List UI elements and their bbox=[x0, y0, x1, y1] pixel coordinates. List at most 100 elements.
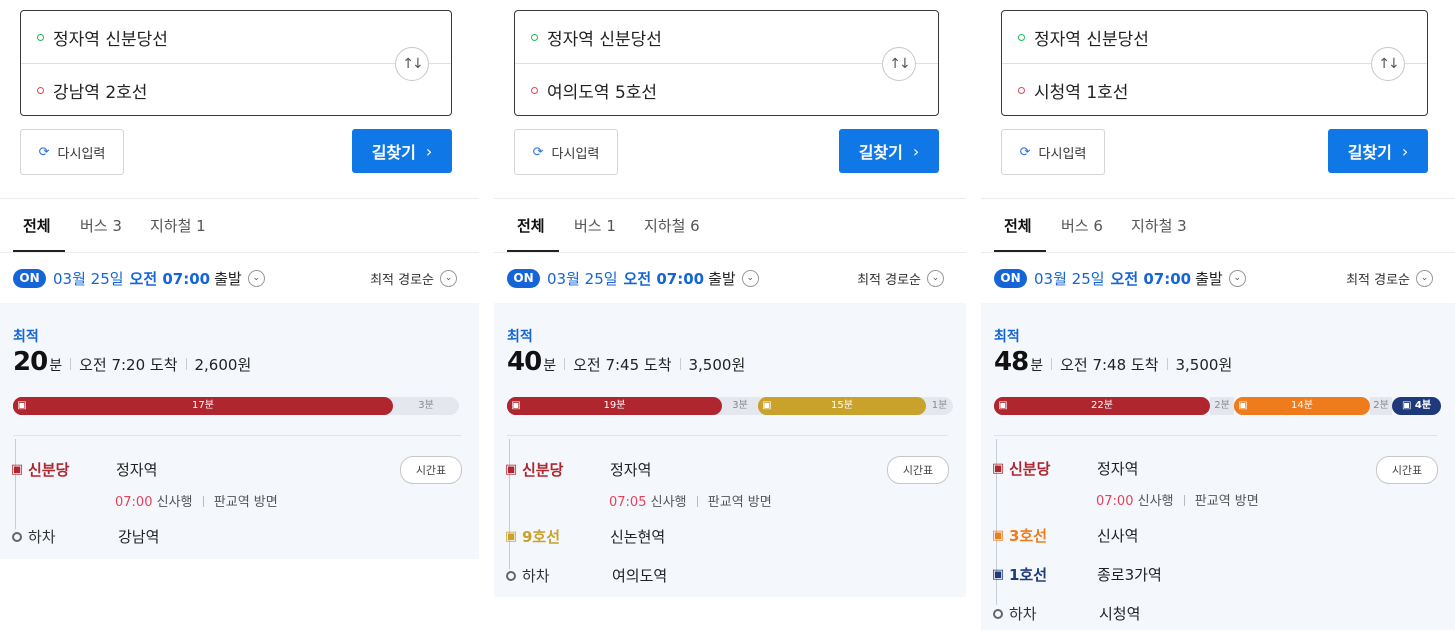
find-route-button[interactable]: 길찾기 › bbox=[1328, 129, 1428, 173]
sort-dropdown[interactable]: 최적 경로순 ⌄ bbox=[370, 253, 457, 303]
direction-1: 신사행 bbox=[650, 495, 687, 510]
segment-label: 14분 bbox=[1291, 400, 1313, 411]
segment-line3: ▣ 14분 bbox=[1234, 397, 1370, 415]
chevron-down-icon[interactable]: ⌄ bbox=[247, 269, 265, 287]
divider bbox=[494, 198, 966, 199]
reset-button[interactable]: ⟳ 다시입력 bbox=[20, 129, 124, 175]
direction-2: 판교역 방면 bbox=[213, 495, 278, 510]
departure-time[interactable]: 오전 07:00 bbox=[130, 268, 211, 289]
minutes-unit: 분 bbox=[49, 358, 63, 374]
train-icon: ▣ bbox=[994, 397, 1012, 415]
divider bbox=[13, 435, 461, 436]
direction-2: 판교역 방면 bbox=[707, 495, 772, 510]
departure-time-row: ON 03월 25일 오전 07:00 출발 ⌄ 최적 경로순 ⌄ bbox=[0, 252, 479, 304]
tab-subway[interactable]: 지하철 1 bbox=[150, 200, 206, 250]
route-result-card[interactable]: 최적 48 분 오전 7:48 도착 3,500원 ▣ 22분 2분 ▣ 14분 bbox=[981, 303, 1455, 630]
transport-tabs: 전체 버스 1 지하철 6 bbox=[494, 200, 966, 252]
departure-date[interactable]: 03월 25일 bbox=[547, 268, 618, 289]
train-icon: ▣ bbox=[991, 567, 1005, 582]
refresh-icon: ⟳ bbox=[38, 144, 50, 160]
tab-subway[interactable]: 지하철 6 bbox=[644, 200, 700, 250]
departure-time[interactable]: 오전 07:00 bbox=[624, 268, 705, 289]
sort-dropdown[interactable]: 최적 경로순 ⌄ bbox=[857, 253, 944, 303]
origin-field[interactable]: 정자역 신분당선 bbox=[21, 11, 451, 63]
chevron-down-icon[interactable]: ⌄ bbox=[741, 269, 759, 287]
swap-icon[interactable]: ↑↓ bbox=[882, 47, 916, 81]
train-icon: ▣ bbox=[13, 397, 31, 415]
reset-button[interactable]: ⟳ 다시입력 bbox=[1001, 129, 1105, 175]
tab-bus[interactable]: 버스 3 bbox=[80, 200, 122, 250]
chevron-down-icon: ⌄ bbox=[1416, 269, 1433, 287]
walk-gap-label: 2분 bbox=[1370, 397, 1392, 415]
train-icon: ▣ bbox=[10, 462, 24, 477]
separator bbox=[70, 358, 72, 370]
destination-field[interactable]: 여의도역 5호선 bbox=[515, 63, 938, 116]
arrival-time: 오전 7:45 도착 bbox=[573, 356, 672, 374]
on-badge[interactable]: ON bbox=[507, 268, 540, 288]
origin-field[interactable]: 정자역 신분당선 bbox=[1002, 11, 1427, 63]
tab-all[interactable]: 전체 bbox=[1004, 200, 1032, 250]
origin-text: 정자역 신분당선 bbox=[1034, 29, 1149, 50]
on-badge[interactable]: ON bbox=[13, 268, 46, 288]
best-label: 최적 bbox=[994, 329, 1020, 345]
departure-date[interactable]: 03월 25일 bbox=[53, 268, 124, 289]
route-summary: 48 분 오전 7:48 도착 3,500원 bbox=[994, 347, 1232, 377]
timetable-button[interactable]: 시간표 bbox=[400, 456, 462, 484]
find-route-button[interactable]: 길찾기 › bbox=[839, 129, 939, 173]
chevron-down-icon: ⌄ bbox=[927, 269, 944, 287]
departure-date[interactable]: 03월 25일 bbox=[1034, 268, 1105, 289]
route-result-card[interactable]: 최적 40 분 오전 7:45 도착 3,500원 ▣ 19분 3분 ▣ 15분 bbox=[494, 303, 966, 597]
find-route-button[interactable]: 길찾기 › bbox=[352, 129, 452, 173]
swap-icon[interactable]: ↑↓ bbox=[1371, 47, 1405, 81]
find-label: 길찾기 bbox=[858, 143, 903, 162]
total-minutes: 40 bbox=[507, 347, 542, 377]
best-label: 최적 bbox=[13, 329, 39, 345]
getoff-circle-icon bbox=[12, 531, 22, 542]
tab-bus[interactable]: 버스 1 bbox=[574, 200, 616, 250]
station-name: 강남역 bbox=[118, 528, 160, 546]
sort-dropdown[interactable]: 최적 경로순 ⌄ bbox=[1346, 253, 1433, 303]
segment-label: 4분 bbox=[1414, 400, 1432, 411]
tab-subway[interactable]: 지하철 3 bbox=[1131, 200, 1187, 250]
origin-dot-icon bbox=[531, 33, 538, 41]
train-icon: ▣ bbox=[758, 397, 776, 415]
station-name: 시청역 bbox=[1099, 605, 1141, 623]
chevron-down-icon[interactable]: ⌄ bbox=[1228, 269, 1246, 287]
destination-text: 여의도역 5호선 bbox=[547, 82, 658, 103]
origin-text: 정자역 신분당선 bbox=[547, 29, 662, 50]
separator bbox=[1051, 358, 1053, 370]
departure-clock: 07:00 bbox=[115, 495, 153, 510]
chevron-right-icon: › bbox=[912, 141, 920, 161]
chevron-right-icon: › bbox=[425, 141, 433, 161]
direction-1: 신사행 bbox=[1137, 494, 1174, 509]
timetable-button[interactable]: 시간표 bbox=[887, 456, 949, 484]
swap-icon[interactable]: ↑↓ bbox=[395, 47, 429, 81]
separator bbox=[185, 358, 187, 370]
departure-clock: 07:05 bbox=[609, 495, 647, 510]
segment-sinbundang: ▣ 22분 bbox=[994, 397, 1210, 415]
origin-dot-icon bbox=[37, 33, 44, 41]
walk-gap-label: 1분 bbox=[931, 400, 948, 411]
walk-gap-label: 2분 bbox=[1210, 397, 1234, 415]
route-result-card[interactable]: 최적 20 분 오전 7:20 도착 2,600원 ▣ 17분 3분 시간표 ▣ bbox=[0, 303, 479, 559]
tab-all[interactable]: 전체 bbox=[517, 200, 545, 250]
origin-field[interactable]: 정자역 신분당선 bbox=[515, 11, 938, 63]
route-search-box: 정자역 신분당선 시청역 1호선 ↑↓ bbox=[1001, 10, 1428, 116]
departure-time[interactable]: 오전 07:00 bbox=[1111, 268, 1192, 289]
separator bbox=[202, 496, 204, 507]
getoff-circle-icon bbox=[993, 608, 1003, 619]
destination-field[interactable]: 강남역 2호선 bbox=[21, 63, 451, 116]
tab-bus[interactable]: 버스 6 bbox=[1061, 200, 1103, 250]
segment-line9: ▣ 15분 bbox=[758, 397, 926, 415]
segment-sinbundang: ▣ 17분 bbox=[13, 397, 393, 415]
line-name: 1호선 bbox=[1009, 566, 1048, 584]
step-direction: 07:00 신사행 판교역 방면 bbox=[115, 491, 278, 510]
segment-label: 15분 bbox=[831, 400, 853, 411]
on-badge[interactable]: ON bbox=[994, 268, 1027, 288]
departure-clock: 07:00 bbox=[1096, 494, 1134, 509]
destination-field[interactable]: 시청역 1호선 bbox=[1002, 63, 1427, 116]
reset-button[interactable]: ⟳ 다시입력 bbox=[514, 129, 618, 175]
line-name: 신분당 bbox=[1009, 460, 1051, 478]
tab-all[interactable]: 전체 bbox=[23, 200, 51, 250]
timetable-button[interactable]: 시간표 bbox=[1376, 456, 1438, 484]
